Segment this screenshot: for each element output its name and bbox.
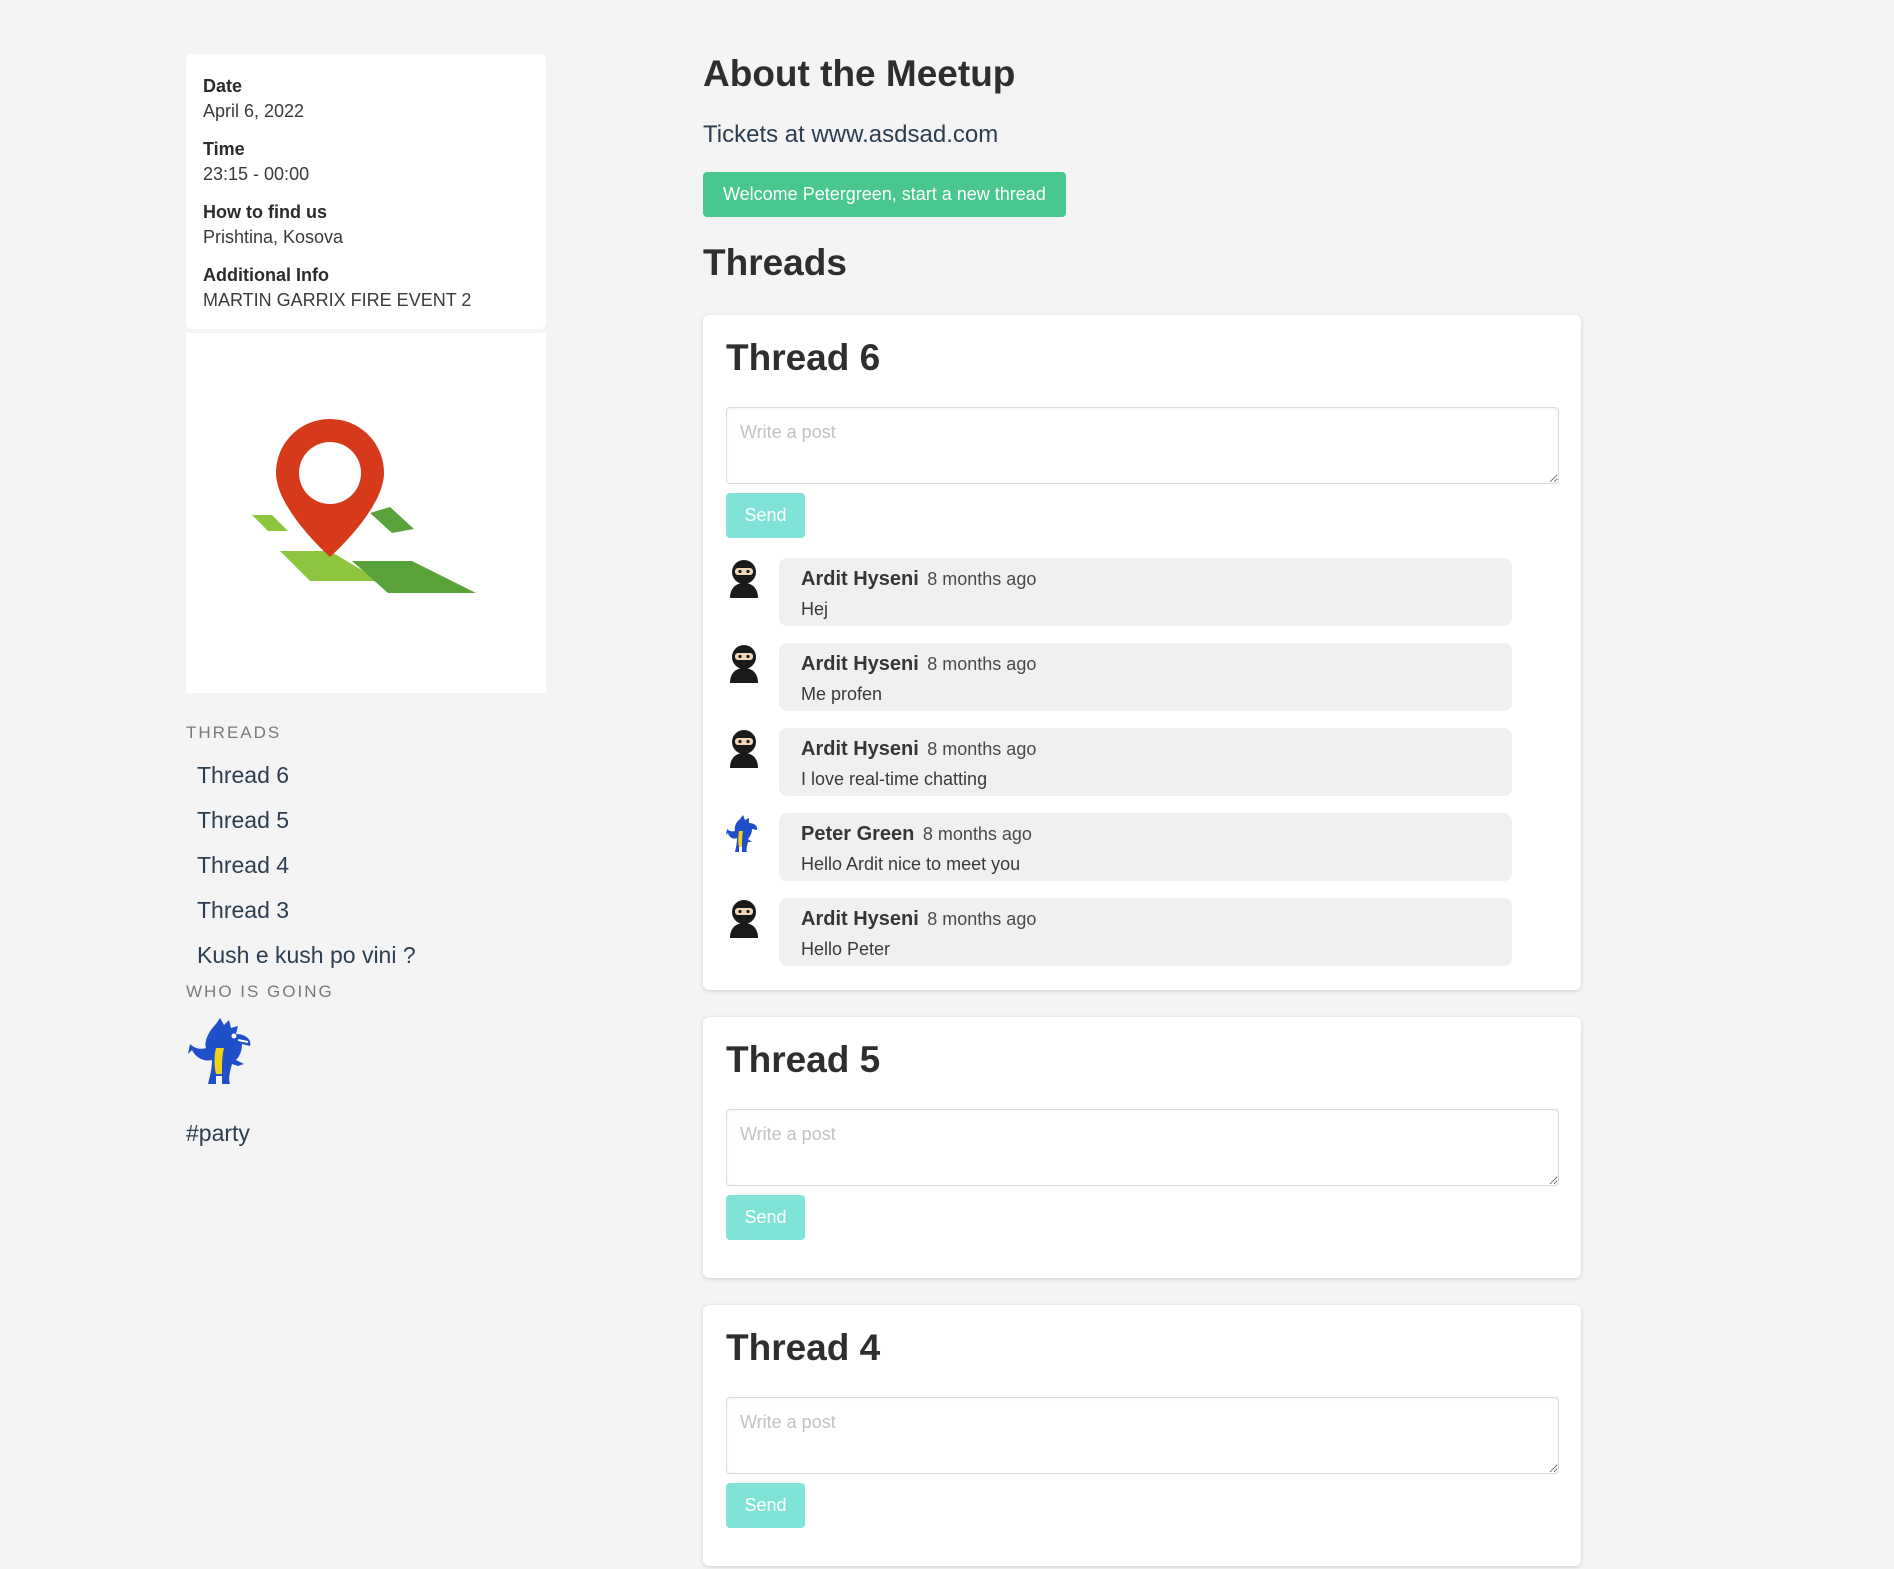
ninja-avatar-icon: [730, 730, 758, 768]
thread-links: Thread 6 Thread 5 Thread 4 Thread 3 Kush…: [186, 757, 546, 982]
message: Ardit Hyseni 8 months ago Hello Peter: [726, 898, 1559, 966]
additional-info-label: Additional Info: [203, 265, 329, 285]
message-text: Me profen: [801, 684, 883, 704]
attendee-avatar[interactable]: [186, 1018, 262, 1088]
time-value: 23:15 - 00:00: [203, 164, 310, 184]
message-author[interactable]: Ardit Hyseni: [801, 908, 919, 930]
dragon-icon: [188, 1018, 251, 1084]
thread-link-6[interactable]: Thread 6: [186, 757, 546, 802]
message-list: Ardit Hyseni 8 months ago Hej Ardit Hyse…: [726, 558, 1559, 966]
send-button[interactable]: Send: [726, 1483, 805, 1528]
message-text: Hello Ardit nice to meet you: [801, 854, 1021, 874]
page-title: About the Meetup: [703, 53, 1016, 94]
tickets-info: Tickets at www.asdsad.com: [703, 121, 999, 148]
ninja-avatar-icon: [730, 560, 758, 598]
event-info-card: Date April 6, 2022 Time 23:15 - 00:00 Ho…: [186, 54, 546, 329]
thread-title: Thread 6: [726, 337, 881, 378]
message-author[interactable]: Ardit Hyseni: [801, 738, 919, 760]
message-time: 8 months ago: [927, 654, 1037, 674]
thread-title: Thread 4: [726, 1327, 881, 1368]
message: Ardit Hyseni 8 months ago Me profen: [726, 643, 1559, 711]
time-group: Time 23:15 - 00:00: [203, 137, 529, 187]
message-author[interactable]: Ardit Hyseni: [801, 653, 919, 675]
thread-link-3[interactable]: Thread 3: [186, 892, 546, 937]
message-bubble: Ardit Hyseni 8 months ago I love real-ti…: [779, 728, 1512, 796]
main-content: About the Meetup Tickets at www.asdsad.c…: [703, 50, 1583, 1566]
map-location-icon: [252, 419, 476, 593]
thread-card: Thread 4 Send: [703, 1305, 1581, 1566]
ninja-avatar-icon: [730, 645, 758, 683]
post-input[interactable]: [726, 1109, 1559, 1186]
additional-info-value: MARTIN GARRIX FIRE EVENT 2: [203, 290, 472, 310]
message: Ardit Hyseni 8 months ago I love real-ti…: [726, 728, 1559, 796]
message-bubble: Ardit Hyseni 8 months ago Me profen: [779, 643, 1512, 711]
message-time: 8 months ago: [927, 569, 1037, 589]
message: Peter Green 8 months ago Hello Ardit nic…: [726, 813, 1559, 881]
message-bubble: Peter Green 8 months ago Hello Ardit nic…: [779, 813, 1512, 881]
new-thread-button[interactable]: Welcome Petergreen, start a new thread: [703, 172, 1066, 217]
dragon-avatar-icon: [726, 815, 758, 852]
thread-card: Thread 6 Send Ardit Hyseni 8 months ago …: [703, 315, 1581, 990]
message-bubble: Ardit Hyseni 8 months ago Hello Peter: [779, 898, 1512, 966]
message-author[interactable]: Ardit Hyseni: [801, 568, 919, 590]
date-group: Date April 6, 2022: [203, 74, 529, 124]
message-author[interactable]: Peter Green: [801, 823, 914, 845]
time-label: Time: [203, 139, 245, 159]
message-text: I love real-time chatting: [801, 769, 988, 789]
sidebar: Date April 6, 2022 Time 23:15 - 00:00 Ho…: [186, 54, 546, 1147]
map-card[interactable]: [186, 333, 546, 693]
date-value: April 6, 2022: [203, 101, 305, 121]
send-button[interactable]: Send: [726, 1195, 805, 1240]
threads-heading: Threads: [703, 242, 847, 283]
additional-info-group: Additional Info MARTIN GARRIX FIRE EVENT…: [203, 263, 529, 313]
message-time: 8 months ago: [927, 909, 1037, 929]
message-text: Hej: [801, 599, 829, 619]
event-tag[interactable]: #party: [186, 1120, 546, 1147]
date-label: Date: [203, 76, 243, 96]
message: Ardit Hyseni 8 months ago Hej: [726, 558, 1559, 626]
threads-section-title: THREADS: [186, 723, 282, 742]
post-input[interactable]: [726, 1397, 1559, 1474]
location-group: How to find us Prishtina, Kosova: [203, 200, 529, 250]
message-text: Hello Peter: [801, 939, 891, 959]
message-time: 8 months ago: [922, 824, 1032, 844]
message-bubble: Ardit Hyseni 8 months ago Hej: [779, 558, 1512, 626]
thread-link-4[interactable]: Thread 4: [186, 847, 546, 892]
who-is-going-title: WHO IS GOING: [186, 982, 334, 1001]
thread-card: Thread 5 Send: [703, 1017, 1581, 1278]
location-label: How to find us: [203, 202, 327, 222]
thread-title: Thread 5: [726, 1039, 881, 1080]
message-time: 8 months ago: [927, 739, 1037, 759]
ninja-avatar-icon: [730, 900, 758, 938]
thread-link-5[interactable]: Thread 5: [186, 802, 546, 847]
post-input[interactable]: [726, 407, 1559, 484]
send-button[interactable]: Send: [726, 493, 805, 538]
thread-link-kush-e-kush[interactable]: Kush e kush po vini ?: [186, 937, 546, 982]
location-value: Prishtina, Kosova: [203, 227, 344, 247]
